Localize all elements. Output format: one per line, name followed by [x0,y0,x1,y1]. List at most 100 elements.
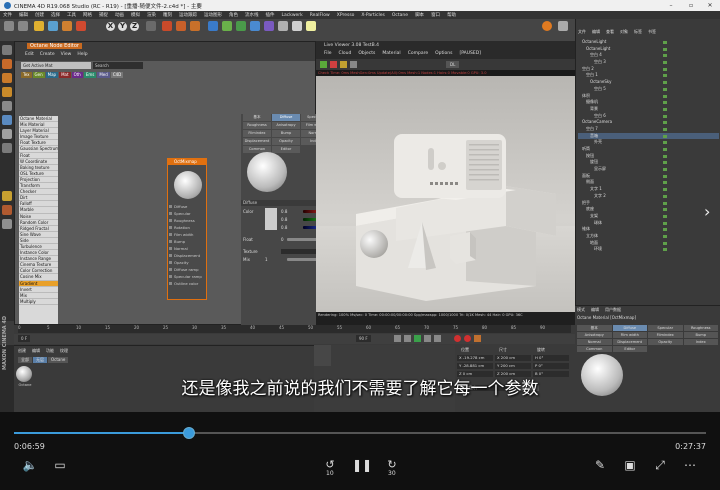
scale-icon[interactable] [62,21,72,31]
visibility-icon[interactable] [663,161,667,165]
more-options-icon[interactable]: ⋯ [682,457,698,473]
object-row[interactable]: 空白 3 [578,59,719,66]
material-tab[interactable]: Anisotropy [272,122,300,129]
attribute-tab[interactable]: Normal [577,339,612,345]
workplane-icon[interactable] [2,143,12,153]
end-frame-field[interactable]: 90 F [356,335,371,342]
attribute-tab[interactable]: Diffuse [612,325,647,331]
nurbs-icon[interactable] [236,21,246,31]
visibility-icon[interactable] [663,221,667,225]
menu-item[interactable]: 捕捉 [99,12,108,18]
render-mode-select[interactable]: DL [446,61,460,68]
menu-item[interactable]: 脚本 [415,12,424,18]
attribute-tab[interactable]: Roughness [683,325,718,331]
visibility-icon[interactable] [663,87,667,91]
timeline-ruler[interactable]: 0 5 10 15 20 25 30 35 40 45 50 55 60 65 70 75 80 85 90 [18,325,571,333]
menu-item[interactable]: 编辑 [19,12,28,18]
start-frame-field[interactable]: 0 F [18,335,31,342]
search-button[interactable]: Search [93,63,109,68]
object-row[interactable]: 球体 [578,220,719,227]
viewer-menu-item[interactable]: Options [435,51,452,56]
undo-icon[interactable] [4,21,14,31]
object-row[interactable]: 音箱 [578,132,719,140]
visibility-icon[interactable] [663,174,667,178]
material-tab[interactable]: Displacement [243,138,271,145]
visibility-icon[interactable] [663,194,667,198]
object-manager-menu-item[interactable]: 编辑 [592,29,600,35]
node-pin[interactable]: Diffuse [168,203,206,210]
get-active-mat-button[interactable]: Get Active Mat [21,62,91,69]
attribute-tab[interactable]: Anisotropy [577,332,612,338]
object-manager-menu-item[interactable]: 对象 [620,29,628,35]
attribute-tab[interactable]: 基本 [577,325,612,331]
visibility-icon[interactable] [663,208,667,212]
material-manager-tab[interactable]: 全部 [18,357,32,363]
captions-icon[interactable]: ▭ [52,457,68,473]
z-axis-button[interactable]: Z [130,22,139,31]
menu-item[interactable]: 流水线 [245,12,259,18]
float-value[interactable]: 0 [281,236,284,243]
coord-field[interactable]: X 200 cm [495,355,531,361]
object-row[interactable]: 体积 [578,93,719,100]
minimize-icon[interactable]: – [664,0,678,11]
node-pin[interactable]: Outline color [168,280,206,287]
viewer-menu-item[interactable]: File [324,51,332,56]
render-view-icon[interactable] [162,21,172,31]
coord-system-icon[interactable] [146,21,156,31]
visibility-icon[interactable] [663,134,667,138]
node-type-tab[interactable]: Mat [59,72,71,78]
material-manager-menu-item[interactable]: 功能 [46,348,54,354]
axis-icon[interactable] [2,101,12,111]
visibility-icon[interactable] [663,228,667,232]
color-b[interactable]: 0.8 [281,224,287,231]
node-editor-menu-item[interactable]: View [61,52,72,57]
object-row[interactable]: 听筒 [578,146,719,153]
attribute-tab[interactable]: Bump [683,332,718,338]
menu-item[interactable]: 网格 [83,12,92,18]
redo-icon[interactable] [18,21,28,31]
layout-icon[interactable] [558,21,568,31]
node-pin[interactable]: Rotation [168,224,206,231]
scene-icon[interactable] [278,21,288,31]
play-icon[interactable] [414,335,421,342]
object-row[interactable]: 把手 [578,200,719,207]
stop-render-icon[interactable] [330,61,337,68]
color-swatch[interactable] [265,208,277,230]
node-type-tab[interactable]: Gen [32,72,45,78]
object-row[interactable]: 空白 4 [578,52,719,59]
fullscreen-icon[interactable]: ⤢ [652,457,668,473]
close-icon[interactable]: ✕ [703,0,717,11]
attribute-tab[interactable]: Index [683,339,718,345]
color-r[interactable]: 0.8 [281,208,287,215]
camera-icon[interactable] [292,21,302,31]
visibility-icon[interactable] [663,81,667,85]
object-row[interactable]: 旋钮 [578,159,719,166]
menu-item[interactable]: 工具 [67,12,76,18]
material-tab[interactable]: Roughness [243,122,271,129]
edges-icon[interactable] [2,73,12,83]
object-row[interactable]: 文字 2 [578,193,719,200]
node-type-tab[interactable]: Med [97,72,110,78]
node-type-tab[interactable]: Ems [83,72,97,78]
octane-node[interactable]: OctMixmap Diffuse Specular Roughness Rotati… [167,158,207,300]
object-row[interactable]: 空白 6 [578,113,719,120]
prev-frame-icon[interactable] [404,335,411,342]
node-type-tab[interactable]: C4D [110,72,124,78]
material-tab[interactable]: Diffuse [272,114,300,121]
object-manager-menu-item[interactable]: 查看 [606,29,614,35]
visibility-icon[interactable] [663,54,667,58]
mix-value[interactable]: 1 [265,256,268,263]
material-manager-tab[interactable]: Octane [48,357,69,363]
coord-field[interactable]: Y -28.881 cm [457,363,493,369]
visibility-icon[interactable] [663,67,667,71]
visibility-icon[interactable] [663,61,667,65]
node-editor-menu-item[interactable]: Create [40,52,55,57]
node-type-tab[interactable]: Map [45,72,59,78]
material-tab[interactable]: Opacity [272,138,300,145]
object-row[interactable]: 面板 [578,173,719,180]
node-pin[interactable]: Specular [168,210,206,217]
viewer-menu-item[interactable]: Cloud [339,51,352,56]
material-tab[interactable]: 基本 [243,114,271,121]
material-manager-menu-item[interactable]: 纹理 [60,348,68,354]
object-row[interactable]: 空白 7 [578,126,719,133]
